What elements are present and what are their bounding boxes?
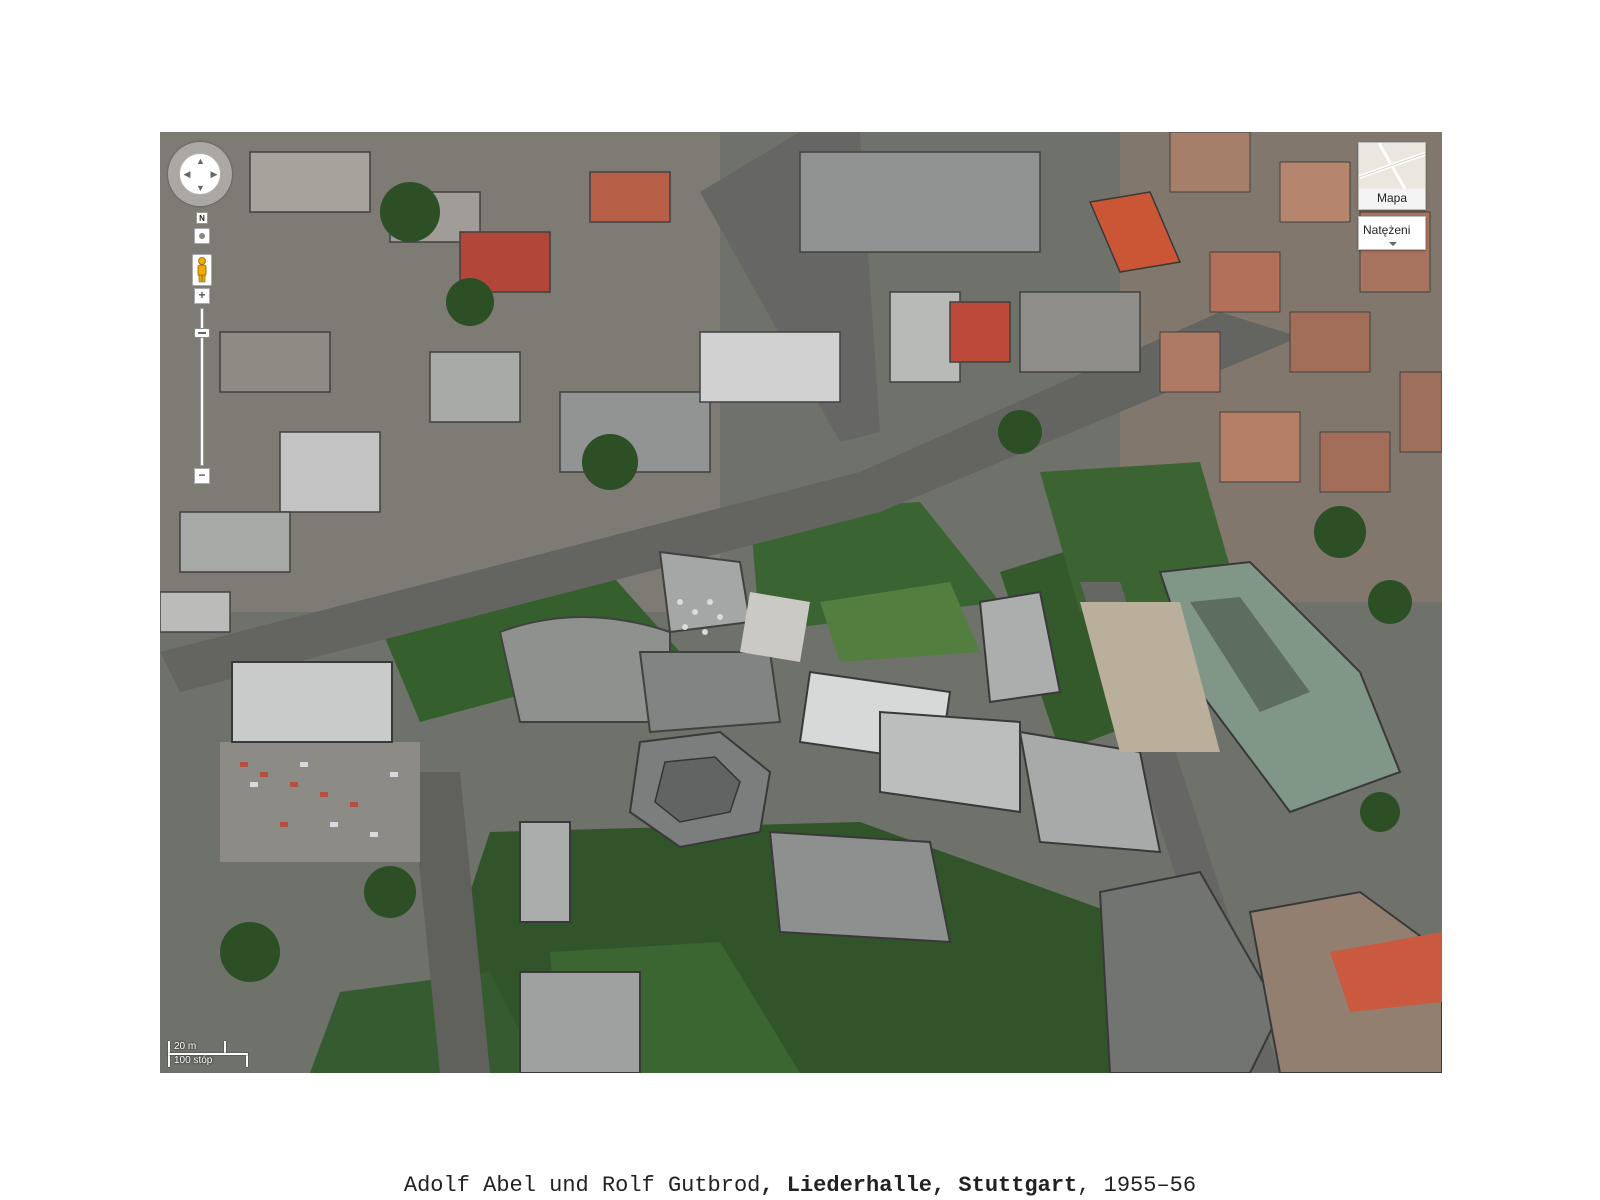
caption-authors: Adolf Abel und Rolf Gutbrod <box>403 1173 761 1198</box>
zoom-slider-handle[interactable] <box>194 328 210 338</box>
zoom-in-button[interactable]: + <box>194 288 210 304</box>
pan-ring[interactable]: ▲ ▼ ◀ ▶ <box>179 153 221 195</box>
rotate-icon[interactable] <box>194 228 210 244</box>
aerial-map[interactable]: ▲ ▼ ◀ ▶ N + − Mapa Natężeni 20 m 100 stó… <box>160 132 1442 1073</box>
caption-separator: , <box>760 1173 787 1198</box>
traffic-layer-button[interactable]: Natężeni <box>1358 216 1426 250</box>
figure-caption: Adolf Abel und Rolf Gutbrod, Liederhalle… <box>0 1173 1600 1198</box>
pan-right-icon[interactable]: ▶ <box>210 170 218 179</box>
pan-down-icon[interactable]: ▼ <box>196 184 205 193</box>
aerial-imagery[interactable] <box>160 132 1442 1073</box>
scale-tick <box>224 1041 226 1053</box>
scale-bar: 20 m 100 stóp <box>168 1041 248 1067</box>
scale-imperial-label: 100 stóp <box>174 1055 213 1066</box>
street-view-pegman-icon[interactable] <box>192 254 212 286</box>
page: ▲ ▼ ◀ ▶ N + − Mapa Natężeni 20 m 100 stó… <box>0 0 1600 1200</box>
chevron-down-icon <box>1389 242 1397 246</box>
caption-years: 1955–56 <box>1103 1173 1197 1198</box>
pan-up-icon[interactable]: ▲ <box>196 157 205 166</box>
scale-metric-label: 20 m <box>174 1041 197 1052</box>
pan-left-icon[interactable]: ◀ <box>183 170 191 179</box>
caption-city: Stuttgart <box>958 1173 1078 1198</box>
scale-tick <box>246 1053 248 1067</box>
caption-building: Liederhalle <box>786 1173 933 1198</box>
zoom-out-button[interactable]: − <box>194 468 210 484</box>
traffic-label: Natężeni <box>1363 223 1411 237</box>
caption-separator: , <box>932 1173 959 1198</box>
pan-control[interactable]: ▲ ▼ ◀ ▶ <box>168 142 232 206</box>
map-thumbnail-icon <box>1359 143 1425 190</box>
map-type-thumbnail <box>1359 143 1425 190</box>
pegman-figure-icon <box>197 257 207 283</box>
caption-separator: , <box>1077 1173 1104 1198</box>
map-type-label: Mapa <box>1376 191 1408 205</box>
north-indicator[interactable]: N <box>196 212 208 224</box>
map-type-button[interactable]: Mapa <box>1358 142 1426 210</box>
